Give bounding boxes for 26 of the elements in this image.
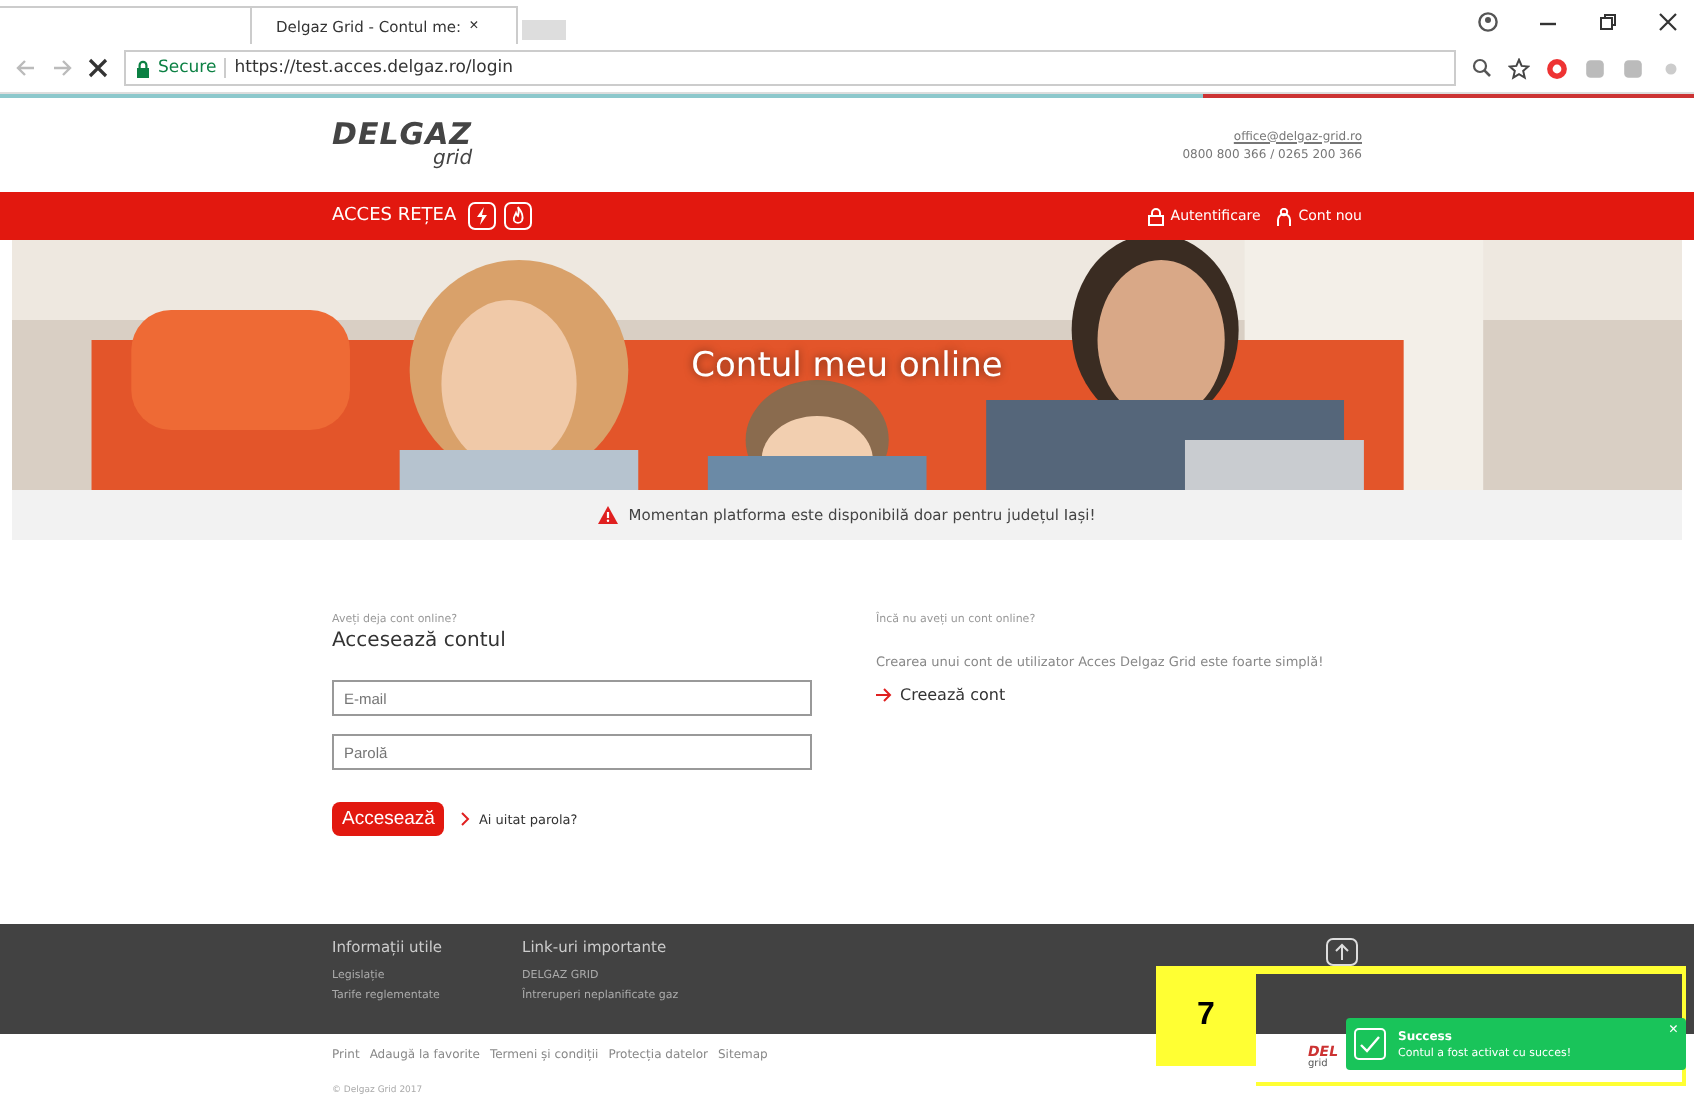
warning-icon — [598, 506, 619, 524]
flame-icon[interactable] — [504, 202, 533, 230]
star-icon[interactable] — [1508, 57, 1530, 79]
profile-icon[interactable] — [1478, 12, 1498, 32]
arrow-icon — [876, 688, 892, 702]
delgaz-logo[interactable]: DELGAZ grid — [332, 120, 473, 170]
hero-title: Contul meu online — [691, 345, 1003, 385]
restore-icon[interactable] — [1598, 12, 1618, 32]
chevron-icon — [460, 812, 471, 826]
extension-icon[interactable] — [1546, 57, 1568, 79]
tab-close-button[interactable]: × — [469, 18, 479, 34]
close-icon[interactable] — [1658, 12, 1678, 32]
check-icon — [1354, 1028, 1386, 1060]
annotation-number: 7 — [1156, 966, 1256, 1066]
create-account-link[interactable]: Creează cont — [876, 686, 1362, 704]
user-icon — [1276, 207, 1293, 225]
stop-loading-icon[interactable] — [88, 58, 108, 78]
login-button[interactable]: Accesează — [332, 802, 445, 836]
lock-icon — [1148, 207, 1165, 225]
lock-icon — [136, 59, 150, 77]
login-title: Accesează contul — [332, 630, 508, 652]
address-field[interactable]: Secure https://test.acces.delgaz.ro/login — [124, 50, 1456, 86]
nav-brand[interactable]: ACCES REȚEA — [332, 206, 457, 226]
scroll-top-icon[interactable] — [1326, 938, 1358, 966]
lightning-icon[interactable] — [468, 202, 497, 230]
zoom-icon[interactable] — [1472, 57, 1492, 77]
